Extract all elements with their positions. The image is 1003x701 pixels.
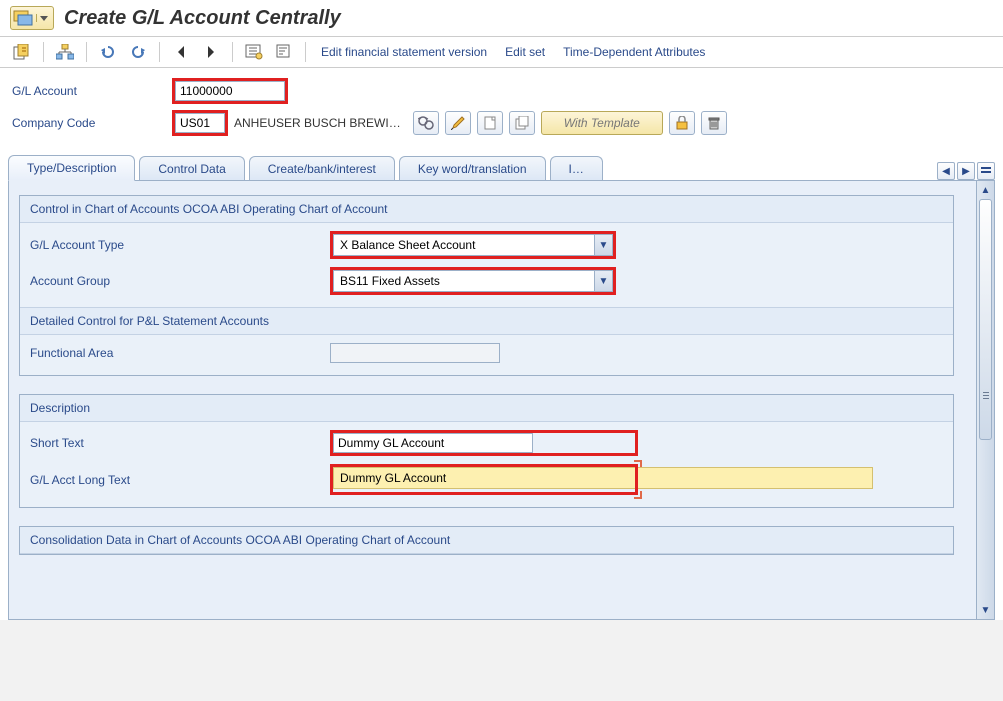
display-button[interactable] (413, 111, 439, 135)
sort-button[interactable] (272, 41, 296, 63)
change-layout-button[interactable] (242, 41, 266, 63)
tab-control-data[interactable]: Control Data (139, 156, 244, 181)
acct-group-value[interactable] (334, 272, 594, 290)
menu-button[interactable] (10, 6, 54, 30)
gl-account-label: G/L Account (12, 84, 172, 98)
next-button[interactable] (199, 41, 223, 63)
separator (232, 42, 233, 62)
gl-type-dropdown[interactable]: ▼ (333, 234, 613, 256)
hierarchy-button[interactable] (53, 41, 77, 63)
chevron-down-icon[interactable]: ▼ (594, 235, 612, 255)
header-fields: G/L Account Company Code ANHEUSER BUSCH … (0, 68, 1003, 148)
highlight-box (172, 110, 228, 136)
title-bar: Create G/L Account Centrally (0, 0, 1003, 37)
sub-group-title: Detailed Control for P&L Statement Accou… (20, 307, 953, 335)
group-title: Control in Chart of Accounts OCOA ABI Op… (20, 196, 953, 223)
tab-more[interactable]: I… (550, 156, 603, 181)
highlight-box (172, 78, 288, 104)
prev-button[interactable] (169, 41, 193, 63)
func-area-input[interactable] (330, 343, 500, 363)
undo-button[interactable] (96, 41, 120, 63)
tab-scroll-controls: ◀ ▶ (937, 162, 995, 180)
long-text-label: G/L Acct Long Text (30, 473, 330, 487)
tab-panel: Control in Chart of Accounts OCOA ABI Op… (8, 180, 995, 620)
scroll-track[interactable] (979, 199, 992, 601)
tab-type-description[interactable]: Type/Description (8, 155, 135, 181)
page-title: Create G/L Account Centrally (64, 7, 341, 30)
gl-type-value[interactable] (334, 236, 594, 254)
func-area-label: Functional Area (30, 346, 330, 360)
acct-group-label: Account Group (30, 274, 330, 288)
lock-button[interactable] (669, 111, 695, 135)
tabstrip: Type/Description Control Data Create/ban… (8, 154, 995, 180)
time-dependent-menu[interactable]: Time-Dependent Attributes (557, 45, 711, 59)
acct-group-dropdown[interactable]: ▼ (333, 270, 613, 292)
scroll-grip-icon (979, 392, 992, 408)
highlight-box: ▼ (330, 267, 616, 295)
company-code-input[interactable] (175, 113, 225, 133)
chevron-down-icon[interactable]: ▼ (594, 271, 612, 291)
tab-scroll-left[interactable]: ◀ (937, 162, 955, 180)
group-control-chart: Control in Chart of Accounts OCOA ABI Op… (19, 195, 954, 376)
edit-financial-menu[interactable]: Edit financial statement version (315, 45, 493, 59)
group-consolidation: Consolidation Data in Chart of Accounts … (19, 526, 954, 555)
group-title: Description (20, 395, 953, 422)
vertical-scrollbar[interactable]: ▲ ▼ (976, 181, 994, 619)
scroll-up-button[interactable]: ▲ (977, 181, 994, 199)
tab-create-bank[interactable]: Create/bank/interest (249, 156, 395, 181)
separator (43, 42, 44, 62)
group-description: Description Short Text G/L Acct Long Tex… (19, 394, 954, 508)
highlight-box (330, 430, 638, 456)
short-text-label: Short Text (30, 436, 330, 450)
company-code-desc: ANHEUSER BUSCH BREWI… (228, 116, 407, 130)
copy-button[interactable] (509, 111, 535, 135)
app-toolbar: Edit financial statement version Edit se… (0, 37, 1003, 68)
edit-button[interactable] (445, 111, 471, 135)
separator (305, 42, 306, 62)
delete-button[interactable] (701, 111, 727, 135)
with-template-button[interactable]: With Template (541, 111, 663, 135)
menu-icon (13, 10, 33, 26)
tab-scroll-right[interactable]: ▶ (957, 162, 975, 180)
group-title: Consolidation Data in Chart of Accounts … (20, 527, 953, 554)
separator (159, 42, 160, 62)
tab-keyword[interactable]: Key word/translation (399, 156, 546, 181)
document-button[interactable] (477, 111, 503, 135)
short-text-input[interactable] (333, 433, 533, 453)
scroll-down-button[interactable]: ▼ (977, 601, 994, 619)
gl-type-label: G/L Account Type (30, 238, 330, 252)
highlight-box (330, 464, 638, 495)
highlight-box: ▼ (330, 231, 616, 259)
edit-set-menu[interactable]: Edit set (499, 45, 551, 59)
other-object-button[interactable] (10, 41, 34, 63)
chevron-down-icon (36, 14, 51, 22)
tab-list-button[interactable] (977, 162, 995, 180)
separator (86, 42, 87, 62)
company-code-label: Company Code (12, 116, 172, 130)
tabstrip-container: Type/Description Control Data Create/ban… (0, 148, 1003, 620)
gl-account-input[interactable] (175, 81, 285, 101)
redo-button[interactable] (126, 41, 150, 63)
